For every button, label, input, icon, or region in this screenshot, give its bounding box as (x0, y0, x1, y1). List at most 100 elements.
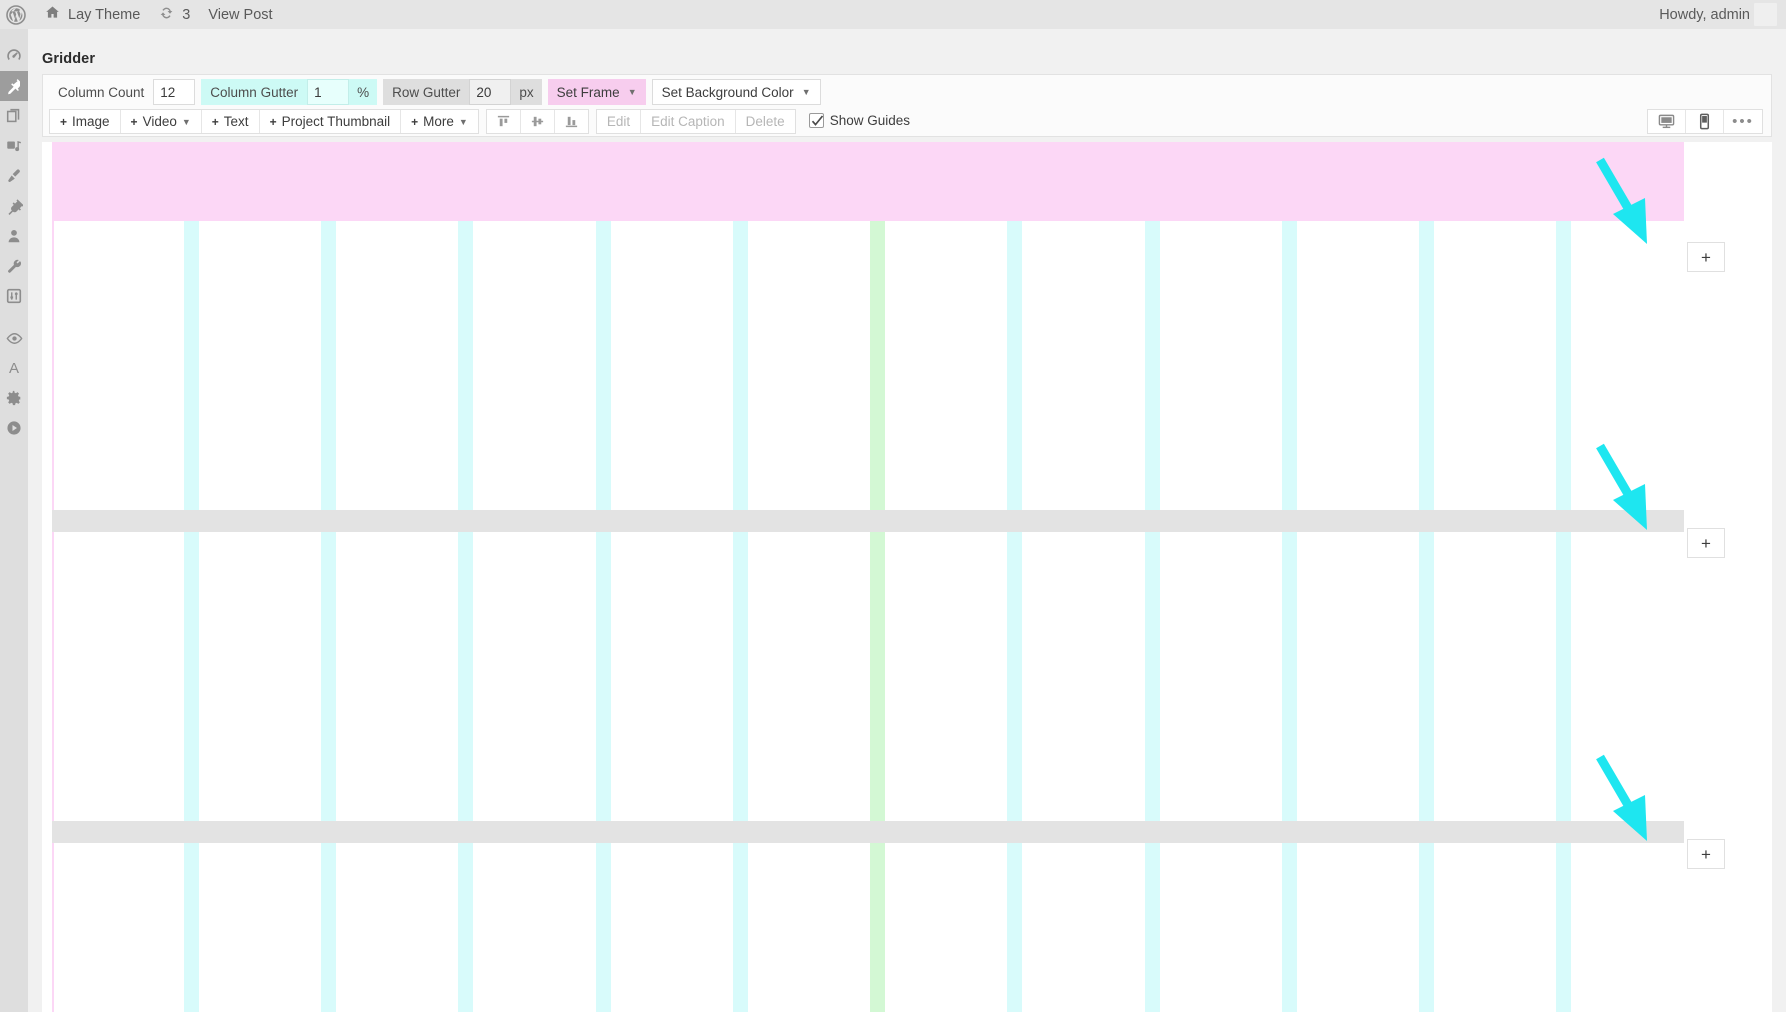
center-column-gutter (870, 532, 885, 821)
desktop-preview-button[interactable] (1648, 110, 1686, 133)
mobile-icon (1696, 113, 1713, 130)
sidebar-item-tools[interactable] (0, 251, 28, 281)
edit-button[interactable]: Edit (596, 110, 642, 133)
column-count-input[interactable] (153, 79, 196, 105)
howdy-menu[interactable]: Howdy, admin (1650, 0, 1754, 29)
revisions-menu[interactable]: 3 (149, 0, 199, 29)
pages-icon (5, 107, 23, 125)
row-gutter (52, 510, 1703, 532)
desktop-icon (1658, 113, 1675, 130)
wp-admin-bar: Lay Theme 3 View Post Howdy, admin (0, 0, 1786, 29)
delete-button[interactable]: Delete (735, 110, 795, 133)
brush-icon (5, 167, 23, 185)
edit-caption-button[interactable]: Edit Caption (641, 110, 736, 133)
align-bottom-button[interactable] (554, 110, 588, 133)
add-video-button[interactable]: + Video ▼ (120, 110, 202, 133)
column-gutter (1007, 532, 1022, 821)
pin-icon (5, 77, 24, 96)
grid-row[interactable] (54, 221, 1701, 510)
column-count-group: Column Count (49, 79, 196, 105)
add-text-label: Text (223, 114, 249, 129)
set-frame-dropdown[interactable]: Set Frame ▼ (547, 79, 646, 105)
column-gutter (1145, 843, 1160, 1012)
add-row-rail: + + + (1684, 142, 1728, 1012)
delete-label: Delete (745, 114, 785, 129)
add-row-button[interactable]: + (1687, 242, 1725, 272)
edit-caption-label: Edit Caption (651, 114, 725, 129)
column-gutter (733, 532, 748, 821)
site-name-menu[interactable]: Lay Theme (35, 0, 149, 29)
view-post-label: View Post (208, 6, 273, 23)
plus-icon: + (60, 114, 68, 129)
sidebar-item-player[interactable] (0, 413, 28, 443)
chevron-down-icon: ▼ (458, 116, 468, 127)
sidebar-item-posts[interactable] (0, 71, 28, 101)
wordpress-logo-icon (6, 4, 26, 25)
row-gutter-group: Row Gutter px (383, 79, 542, 105)
column-gutter (1419, 221, 1434, 510)
sidebar-item-pages[interactable] (0, 101, 28, 131)
column-gutter-input[interactable] (307, 79, 350, 105)
insert-button-group: + Image + Video ▼ + Text + Project Thumb… (49, 109, 479, 134)
show-guides-checkbox[interactable] (808, 113, 824, 128)
align-top-button[interactable] (486, 110, 521, 133)
sliders-icon (5, 287, 23, 305)
column-count-label: Column Count (58, 84, 145, 100)
more-options-button[interactable]: ••• (1724, 110, 1762, 133)
play-circle-icon (5, 419, 23, 437)
sidebar-item-typography[interactable]: A (0, 353, 28, 383)
column-gutter (1282, 221, 1297, 510)
mobile-preview-button[interactable] (1686, 110, 1724, 133)
column-gutter (1282, 532, 1297, 821)
add-project-thumbnail-label: Project Thumbnail (281, 114, 391, 129)
avatar[interactable] (1754, 3, 1777, 26)
more-options-icon: ••• (1732, 113, 1754, 130)
column-gutter-unit: % (357, 84, 370, 100)
sidebar-item-visibility[interactable] (0, 323, 28, 353)
sidebar-item-appearance[interactable] (0, 161, 28, 191)
add-row-button[interactable]: + (1687, 528, 1725, 558)
set-background-color-dropdown[interactable]: Set Background Color ▼ (651, 79, 821, 105)
add-text-button[interactable]: + Text (201, 110, 260, 133)
grid-row[interactable] (54, 843, 1701, 1012)
wp-admin-sidebar: A (0, 29, 28, 1012)
column-gutter (733, 221, 748, 510)
gridder-toolbar: Column Count Column Gutter % Row Gutter … (42, 74, 1772, 137)
edit-label: Edit (606, 114, 631, 129)
revision-count: 3 (182, 6, 191, 23)
chevron-down-icon: ▼ (801, 86, 811, 97)
chevron-down-icon: ▼ (181, 116, 191, 127)
sidebar-item-media[interactable] (0, 131, 28, 161)
grid-row[interactable] (54, 532, 1701, 821)
row-gutter-unit: px (519, 84, 534, 100)
sidebar-item-plugins[interactable] (0, 191, 28, 221)
sidebar-item-users[interactable] (0, 221, 28, 251)
add-image-button[interactable]: + Image (50, 110, 121, 133)
add-row-button[interactable]: + (1687, 839, 1725, 869)
add-more-label: More (423, 114, 454, 129)
wrench-icon (5, 257, 23, 275)
view-post-link[interactable]: View Post (199, 0, 281, 29)
row-gutter-input[interactable] (469, 79, 512, 105)
column-gutter (321, 532, 336, 821)
plus-icon: + (269, 114, 277, 129)
column-gutter (184, 532, 199, 821)
sidebar-item-options[interactable] (0, 383, 28, 413)
sidebar-item-settings-sliders[interactable] (0, 281, 28, 311)
sidebar-item-dashboard[interactable] (0, 41, 28, 71)
column-gutter (596, 532, 611, 821)
column-gutter (1282, 843, 1297, 1012)
set-frame-label: Set Frame (556, 84, 620, 100)
center-column-gutter (870, 221, 885, 510)
add-project-thumbnail-button[interactable]: + Project Thumbnail (259, 110, 402, 133)
column-gutter (321, 221, 336, 510)
media-icon (5, 137, 23, 155)
add-more-button[interactable]: + More ▼ (401, 110, 478, 133)
show-guides-toggle[interactable]: Show Guides (808, 109, 910, 132)
center-column-gutter (870, 843, 885, 1012)
dashboard-icon (5, 47, 23, 65)
wordpress-logo-button[interactable] (0, 0, 35, 29)
column-gutter (1556, 843, 1571, 1012)
align-middle-button[interactable] (520, 110, 555, 133)
add-video-label: Video (142, 114, 177, 129)
